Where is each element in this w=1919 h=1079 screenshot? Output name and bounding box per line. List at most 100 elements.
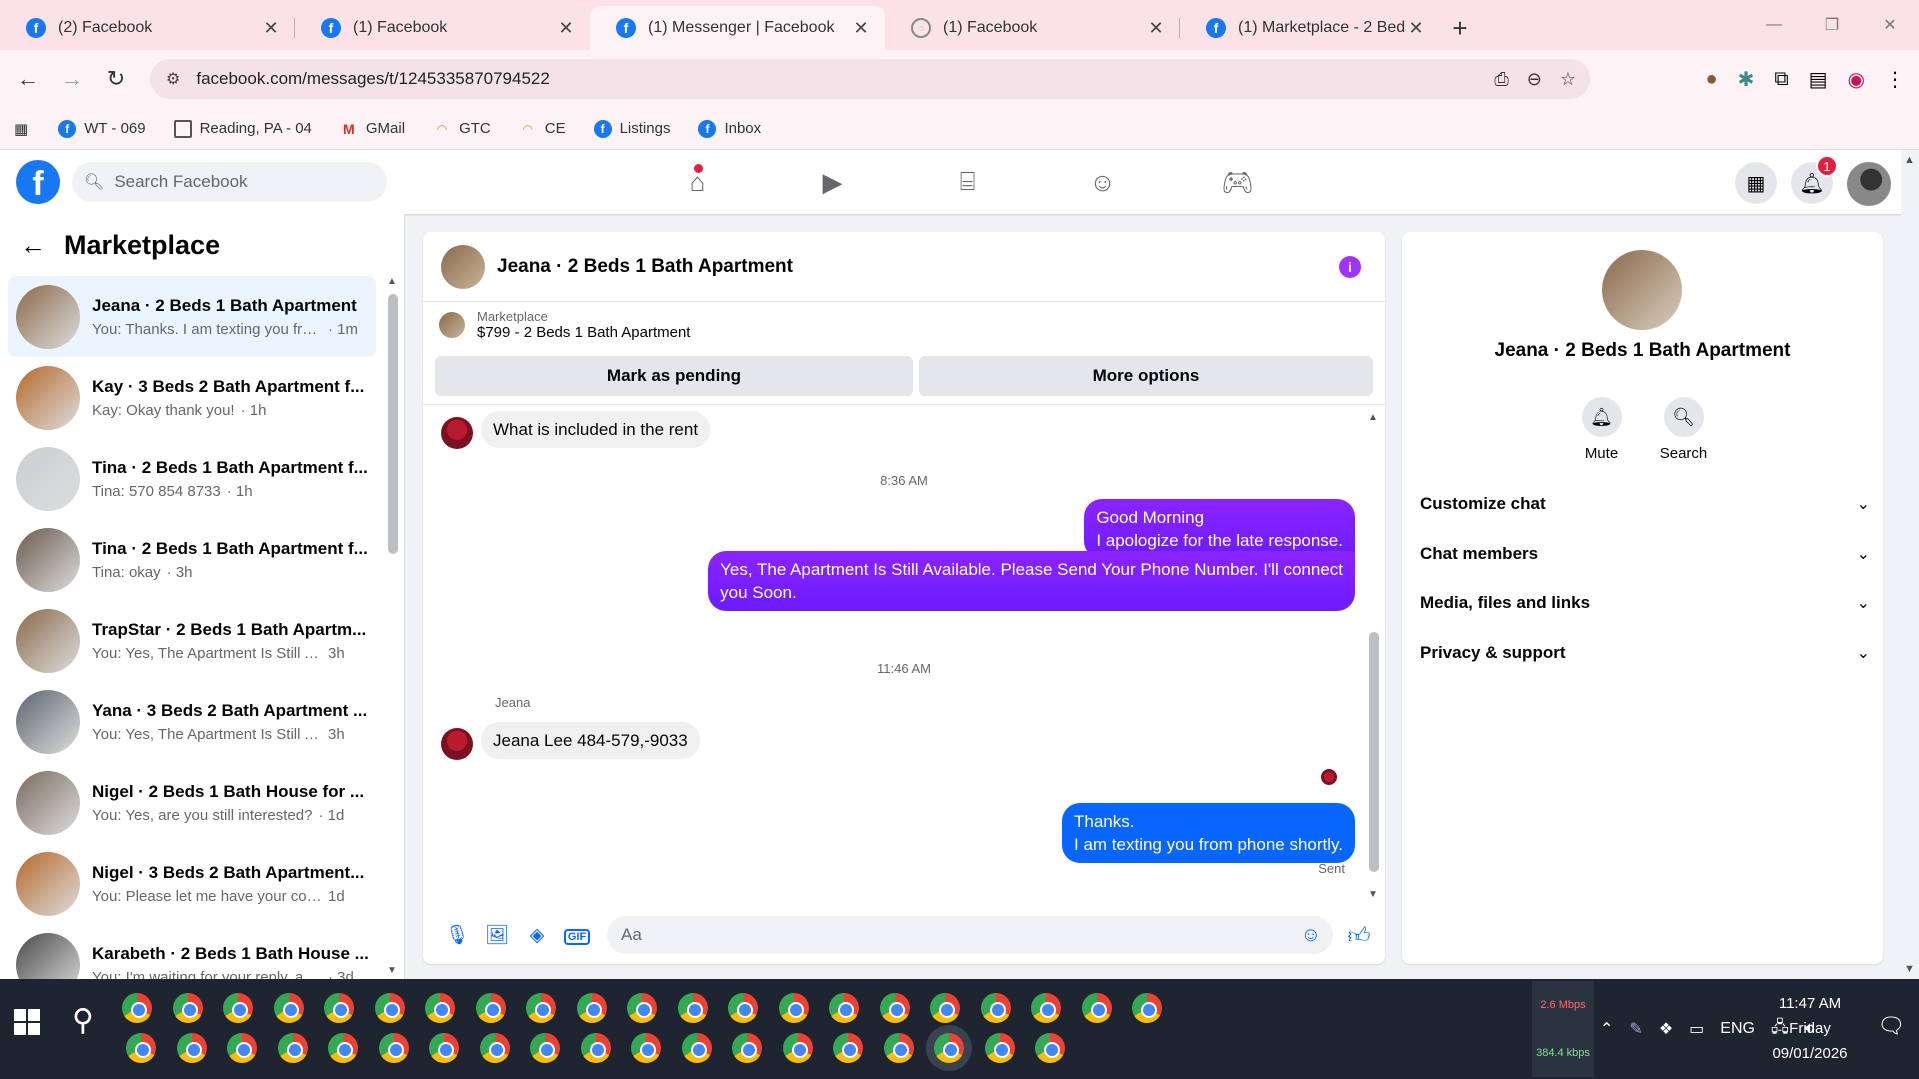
account-icon[interactable]: ◉ — [1848, 67, 1865, 92]
search-icon[interactable]: ⚲ — [72, 1003, 94, 1038]
chrome-window-icon[interactable] — [883, 1033, 914, 1063]
notifications-button[interactable]: 🔔︎ 1 — [1791, 155, 1838, 204]
conversation-item[interactable]: Karabeth · 2 Beds 1 Bath House ... You: I… — [8, 924, 376, 979]
conversation-item[interactable]: TrapStar · 2 Beds 1 Bath Apartm... You: Y… — [8, 600, 376, 681]
chrome-window-icon[interactable] — [681, 1033, 712, 1063]
chrome-window-icon[interactable] — [530, 1033, 560, 1063]
dropbox-icon[interactable]: ❖ — [1659, 1019, 1673, 1039]
chrome-window-icon[interactable] — [277, 1033, 308, 1063]
puzzle-icon[interactable]: ⧉ — [1774, 68, 1788, 91]
address-bar[interactable]: ⚙ facebook.com/messages/t/12453358707945… — [150, 59, 1590, 99]
info-icon[interactable]: i — [1339, 256, 1361, 278]
chrome-window-icon[interactable] — [984, 1033, 1015, 1063]
chrome-window-icon[interactable] — [1031, 993, 1061, 1023]
site-info-icon[interactable]: ⚙ — [166, 69, 180, 89]
message-input[interactable]: Aa ☺ — [607, 916, 1333, 954]
chrome-window-icon[interactable] — [526, 993, 556, 1023]
tab-search-icon[interactable]: ▤ — [1809, 67, 1828, 92]
chat-title[interactable]: Jeana · 2 Beds 1 Bath Apartment — [497, 256, 793, 278]
chrome-window-icon[interactable] — [378, 1033, 409, 1063]
chrome-window-icon[interactable] — [122, 993, 152, 1023]
gif-icon[interactable]: GIF — [557, 924, 597, 946]
browser-tab-5[interactable]: f (1) Marketplace - 2 Beds 1 Bath ✕ — [1180, 6, 1440, 50]
conversation-item[interactable]: Nigel · 2 Beds 1 Bath House for ... You: … — [8, 762, 376, 843]
page-scrollbar[interactable]: ▲ ▼ — [1901, 150, 1919, 979]
chrome-window-icon[interactable] — [1132, 993, 1162, 1023]
star-icon[interactable]: ☆ — [1560, 69, 1576, 90]
thumbs-up-icon[interactable]: 👍︎ — [1333, 922, 1385, 949]
chevron-up-icon[interactable]: ⌃ — [1600, 1019, 1613, 1039]
bookmark-item[interactable]: ◠ CE — [519, 120, 565, 138]
bookmark-item[interactable]: ◠ GTC — [433, 120, 490, 138]
chat-scrollbar[interactable]: ▲ ▼ — [1368, 412, 1379, 900]
close-icon[interactable]: ✕ — [1146, 18, 1166, 39]
message-outgoing[interactable]: Thanks. I am texting you from phone shor… — [1062, 803, 1355, 863]
bookmark-item[interactable]: Reading, PA - 04 — [173, 119, 312, 138]
message-incoming[interactable]: What is included in the rent — [481, 411, 711, 448]
conversation-item[interactable]: Tina · 2 Beds 1 Bath Apartment f... Tina:… — [8, 438, 376, 519]
sidebar-scrollbar[interactable]: ▲ ▼ — [387, 276, 398, 976]
mark-as-pending-button[interactable]: Mark as pending — [435, 356, 913, 396]
avatar[interactable] — [1847, 162, 1891, 206]
bookmark-item[interactable]: f Inbox — [698, 119, 761, 138]
conversation-item[interactable]: Nigel · 3 Beds 2 Bath Apartment... You: P… — [8, 843, 376, 924]
cookie-extension-icon[interactable]: ● — [1706, 68, 1718, 91]
bookmark-item[interactable]: M GMail — [340, 120, 405, 138]
chrome-window-icon[interactable] — [833, 1033, 863, 1063]
chrome-window-icon[interactable] — [172, 993, 203, 1023]
sticker-icon[interactable]: ◈ — [517, 924, 557, 947]
groups-icon[interactable]: ☺ — [1035, 150, 1170, 214]
close-icon[interactable]: ✕ — [556, 18, 576, 39]
clock[interactable]: 11:47 AM Friday 09/01/2026 — [1740, 991, 1880, 1066]
gaming-icon[interactable]: 🎮︎ — [1170, 150, 1305, 214]
privacy-support-section[interactable]: Privacy & support ⌄ — [1420, 628, 1870, 678]
restore-icon[interactable]: ❐ — [1803, 0, 1861, 50]
conversation-item[interactable]: Yana · 3 Beds 2 Bath Apartment ... You: Y… — [8, 681, 376, 762]
reload-icon[interactable]: ↻ — [94, 66, 138, 92]
chrome-window-icon[interactable] — [176, 1033, 207, 1063]
battery-icon[interactable]: ▭ — [1689, 1019, 1704, 1039]
chrome-window-icon[interactable] — [631, 1033, 661, 1063]
mute-button[interactable]: 🔔︎ Mute — [1581, 397, 1623, 462]
facebook-search-input[interactable]: 🔍︎ Search Facebook — [72, 162, 387, 202]
customize-chat-section[interactable]: Customize chat ⌄ — [1420, 479, 1870, 529]
bookmark-item[interactable]: f WT - 069 — [58, 119, 146, 138]
marketplace-icon[interactable]: ⌸ — [900, 150, 1035, 214]
chrome-window-icon[interactable] — [223, 993, 253, 1023]
chrome-window-icon[interactable] — [273, 993, 304, 1023]
chrome-window-icon[interactable] — [227, 1033, 257, 1063]
browser-tab-4[interactable]: ◌ (1) Facebook ✕ — [885, 6, 1180, 50]
chrome-window-icon[interactable] — [580, 1033, 611, 1063]
pen-icon[interactable]: ✎ — [1629, 1019, 1642, 1039]
conversation-item[interactable]: Jeana · 2 Beds 1 Bath Apartment You: Than… — [8, 276, 376, 357]
avatar[interactable] — [1602, 250, 1682, 330]
close-icon[interactable]: ✕ — [851, 18, 871, 39]
chrome-window-icon[interactable] — [479, 1033, 510, 1063]
chrome-window-icon[interactable] — [374, 993, 405, 1023]
emoji-icon[interactable]: ☺ — [1301, 924, 1321, 947]
message-incoming[interactable]: Jeana Lee 484-579,-9033 — [481, 722, 700, 759]
forward-icon[interactable]: → — [50, 66, 94, 92]
chrome-window-icon[interactable] — [1081, 993, 1112, 1023]
home-icon[interactable]: ⌂ — [630, 150, 765, 214]
browser-tab-2[interactable]: f (1) Facebook ✕ — [295, 6, 590, 50]
chrome-window-icon[interactable] — [627, 993, 657, 1023]
chrome-window-icon[interactable] — [126, 1033, 156, 1063]
chrome-window-icon[interactable] — [930, 993, 960, 1023]
menu-icon[interactable]: ⋮ — [1885, 67, 1905, 92]
chrome-window-icon[interactable] — [778, 993, 809, 1023]
zoom-icon[interactable]: ⊖ — [1527, 69, 1542, 90]
chrome-window-icon[interactable] — [475, 993, 506, 1023]
chrome-window-icon[interactable] — [1035, 1033, 1065, 1063]
bookmark-item[interactable]: f Listings — [593, 119, 670, 138]
windows-start-icon[interactable] — [14, 1009, 40, 1035]
minimize-icon[interactable]: — — [1745, 0, 1803, 50]
install-icon[interactable]: ⎙ — [1494, 69, 1508, 90]
new-tab-icon[interactable]: + — [1440, 6, 1480, 50]
marketplace-listing[interactable]: Marketplace $799 - 2 Beds 1 Bath Apartme… — [423, 302, 1385, 348]
chrome-window-icon[interactable] — [728, 993, 758, 1023]
back-icon[interactable]: ← — [6, 66, 50, 92]
chrome-window-icon[interactable] — [829, 993, 859, 1023]
notification-center-icon[interactable]: 🗨︎ — [1877, 1013, 1905, 1039]
back-arrow-icon[interactable]: ← — [20, 230, 46, 261]
